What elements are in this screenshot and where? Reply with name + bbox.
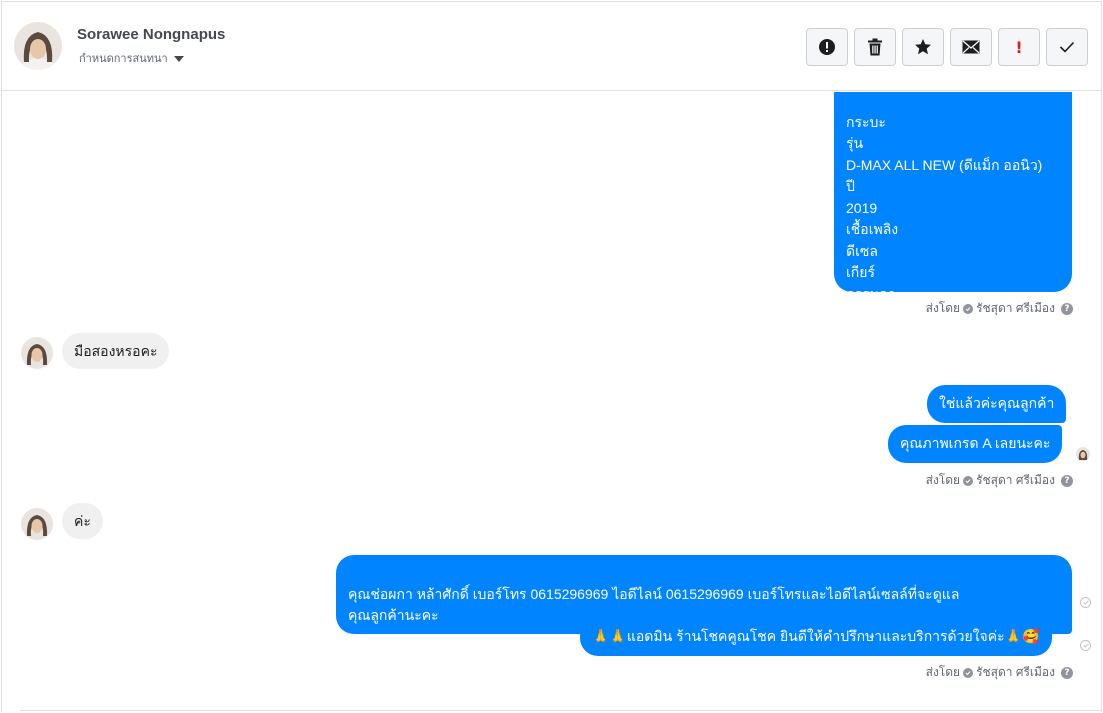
assign-conversation-label: กำหนดการสนทนา (79, 53, 168, 65)
message-text: มือสองหรอคะ (74, 343, 158, 359)
message-text: คุณภาพเกรด A เลยนะคะ (900, 435, 1051, 451)
agent-status-icon (963, 667, 974, 678)
star-icon (915, 39, 931, 55)
agent-status-icon (963, 475, 974, 486)
mark-unread-button[interactable] (950, 28, 992, 66)
delivered-check-icon (1080, 597, 1091, 608)
sent-by-prefix: ส่งโดย (925, 301, 961, 315)
trash-icon (868, 38, 882, 56)
incoming-message[interactable]: มือสองหรอคะ (62, 333, 170, 369)
outgoing-message[interactable]: คุณภาพเกรด A เลยนะคะ (888, 425, 1063, 463)
message-thread: กระบะ รุ่น D-MAX ALL NEW (ดีแม็ก ออนิว) … (2, 92, 1101, 712)
outgoing-message[interactable]: ใช่แล้วค่ะคุณลูกค้า (927, 385, 1067, 423)
contact-avatar-small (21, 508, 53, 540)
contact-name[interactable]: Sorawee Nongnapus (77, 26, 225, 43)
agent-name[interactable]: รัชสุดา ศรีเมือง (976, 299, 1055, 318)
sent-by-prefix: ส่งโดย (925, 473, 961, 487)
incoming-message[interactable]: ค่ะ (62, 503, 103, 539)
alert-circle-icon (819, 39, 835, 55)
delete-button[interactable] (854, 28, 896, 66)
mark-done-button[interactable] (1046, 28, 1088, 66)
conversation-toolbar: ! (806, 28, 1088, 66)
message-text: ใช่แล้วค่ะคุณลูกค้า (939, 395, 1055, 411)
composer-divider (20, 710, 1102, 711)
conversation-header: Sorawee Nongnapus กำหนดการสนทนา ! (2, 2, 1101, 91)
help-icon[interactable]: ? (1061, 302, 1073, 315)
message-text: ค่ะ (74, 513, 91, 529)
read-receipt-avatar (1076, 447, 1090, 461)
mark-spam-button[interactable] (806, 28, 848, 66)
delivered-check-icon (1080, 640, 1091, 651)
follow-up-button[interactable]: ! (998, 28, 1040, 66)
help-icon[interactable]: ? (1061, 666, 1073, 679)
assign-conversation-dropdown[interactable]: กำหนดการสนทนา (79, 49, 184, 67)
sent-by-line: ส่งโดย รัชสุดา ศรีเมือง ? (926, 471, 1073, 490)
agent-status-icon (963, 303, 974, 314)
checkmark-icon (1059, 41, 1075, 53)
exclamation-icon: ! (1015, 37, 1023, 57)
agent-name[interactable]: รัชสุดา ศรีเมือง (976, 663, 1055, 682)
inbox-conversation-panel: Sorawee Nongnapus กำหนดการสนทนา ! กระบะ … (1, 1, 1102, 712)
envelope-icon (962, 40, 980, 54)
sent-by-line: ส่งโดย รัชสุดา ศรีเมือง ? (926, 663, 1073, 682)
contact-avatar[interactable] (14, 22, 62, 70)
caret-down-icon (173, 55, 184, 62)
sent-by-prefix: ส่งโดย (925, 665, 961, 679)
help-icon[interactable]: ? (1061, 474, 1073, 487)
sent-by-line: ส่งโดย รัชสุดา ศรีเมือง ? (926, 299, 1073, 318)
outgoing-message[interactable]: 🙏🙏แอดมิน ร้านโชคคูณโชค ยินดีให้คำปรึกษาแ… (580, 618, 1052, 656)
message-text: 🙏🙏แอดมิน ร้านโชคคูณโชค ยินดีให้คำปรึกษาแ… (592, 628, 1040, 644)
star-button[interactable] (902, 28, 944, 66)
agent-name[interactable]: รัชสุดา ศรีเมือง (976, 471, 1055, 490)
outgoing-message[interactable]: กระบะ รุ่น D-MAX ALL NEW (ดีแม็ก ออนิว) … (834, 92, 1072, 302)
contact-avatar-small (21, 337, 53, 369)
message-text: กระบะ รุ่น D-MAX ALL NEW (ดีแม็ก ออนิว) … (846, 113, 1043, 302)
